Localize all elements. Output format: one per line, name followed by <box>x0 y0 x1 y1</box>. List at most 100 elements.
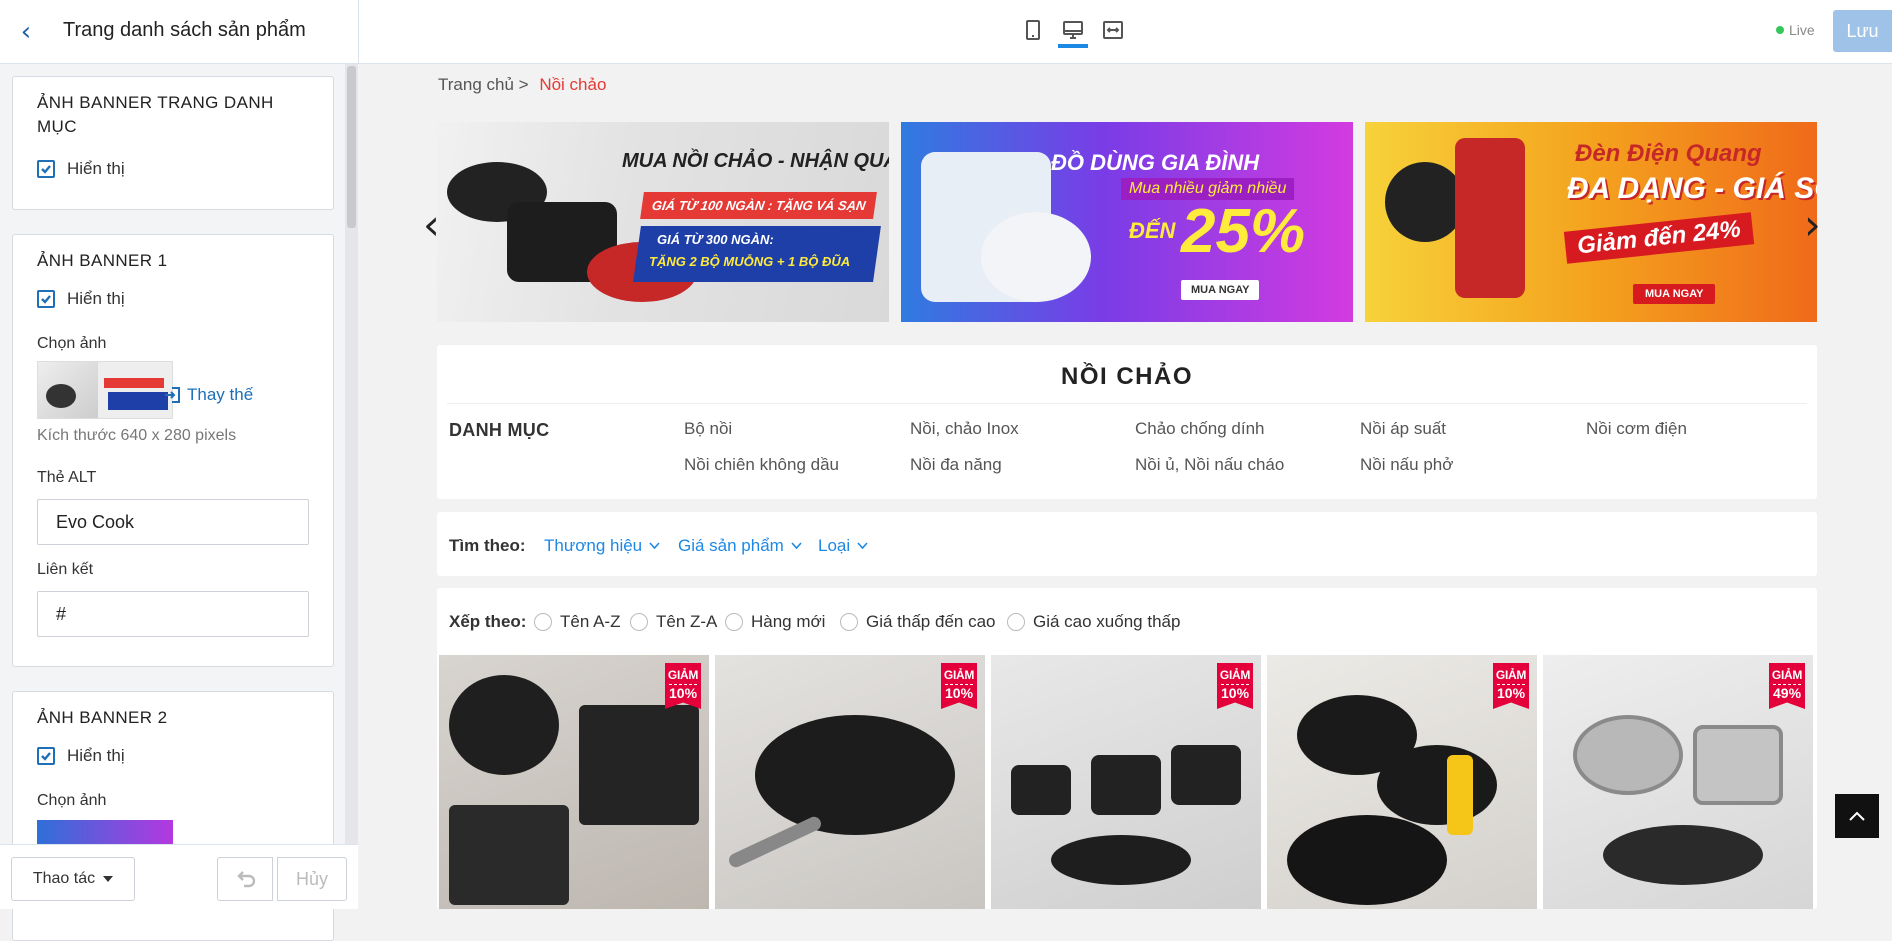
cancel-button[interactable]: Hủy <box>277 857 347 901</box>
checkbox-checked-icon[interactable] <box>37 290 55 308</box>
breadcrumb-home[interactable]: Trang chủ <box>438 75 514 94</box>
sidebar-footer: Thao tác Hủy <box>0 844 358 909</box>
banner-carousel: MUA NỒI CHẢO - NHẬN QUÀ NGON GIÁ TỪ 100 … <box>437 122 1819 322</box>
category-link[interactable]: Nồi đa năng <box>910 455 1002 475</box>
category-link[interactable]: Nồi áp suất <box>1360 419 1446 439</box>
undo-icon <box>237 871 256 888</box>
category-link[interactable]: Nồi chiên không dầu <box>684 455 839 475</box>
replace-image-button[interactable]: Thay thế <box>163 385 253 405</box>
product-card[interactable]: GIẢM 10% <box>439 655 709 909</box>
category-card: NỒI CHẢO DANH MỤC Bộ nồi Nồi, chảo Inox … <box>437 345 1817 499</box>
save-button[interactable]: Lưu <box>1833 10 1892 52</box>
banner-lights[interactable]: Đèn Điện Quang ĐA DẠNG - GIÁ SỐC Giảm đế… <box>1365 122 1817 322</box>
mobile-icon[interactable] <box>1018 14 1048 48</box>
product-card[interactable]: GIẢM 10% <box>991 655 1261 909</box>
show-checkbox[interactable]: Hiển thị <box>37 746 125 766</box>
checkbox-label: Hiển thị <box>67 159 125 178</box>
product-pot-shape <box>1091 755 1161 815</box>
product-pan-shape <box>1603 825 1763 885</box>
radio-icon[interactable] <box>725 613 743 631</box>
back-to-top-button[interactable] <box>1835 794 1879 838</box>
category-label: DANH MỤC <box>449 420 550 440</box>
panel-title: ẢNH BANNER TRANG DANH MỤC <box>37 93 274 136</box>
category-link[interactable]: Chảo chống dính <box>1135 419 1265 439</box>
banner-cta[interactable]: MUA NGAY <box>1633 284 1716 304</box>
discount-badge: GIẢM 10% <box>665 663 701 709</box>
radio-icon[interactable] <box>534 613 552 631</box>
product-pan-shape <box>755 715 955 835</box>
checkbox-checked-icon[interactable] <box>37 160 55 178</box>
discount-badge: GIẢM 10% <box>941 663 977 709</box>
chevron-down-icon <box>791 542 802 550</box>
panel-title: ẢNH BANNER 2 <box>37 708 168 727</box>
banner-promo-1: GIÁ TỪ 100 NGÀN : TẶNG VÁ SẠN <box>640 192 878 219</box>
filter-option-label: Giá sản phẩm <box>678 536 784 555</box>
radio-icon[interactable] <box>630 613 648 631</box>
badge-value: 10% <box>669 684 698 701</box>
filter-label: Tìm theo: <box>449 536 526 555</box>
carousel-next-arrow[interactable]: › <box>1804 200 1821 249</box>
banner-cookware[interactable]: MUA NỒI CHẢO - NHẬN QUÀ NGON GIÁ TỪ 100 … <box>437 122 889 322</box>
filter-brand-dropdown[interactable]: Thương hiệu <box>544 536 660 556</box>
checkbox-checked-icon[interactable] <box>37 747 55 765</box>
badge-label: GIẢM <box>667 668 699 682</box>
chevron-left-icon[interactable]: ‹ <box>12 18 40 46</box>
undo-button[interactable] <box>217 857 273 901</box>
badge-value: 10% <box>1221 684 1250 701</box>
banner-cta[interactable]: MUA NGAY <box>1181 280 1260 300</box>
radio-icon[interactable] <box>840 613 858 631</box>
sort-option-label: Giá thấp đến cao <box>866 612 996 631</box>
sort-option[interactable]: Giá thấp đến cao <box>840 612 995 632</box>
panel-title: ẢNH BANNER 1 <box>37 251 168 270</box>
product-card[interactable]: GIẢM 49% <box>1543 655 1813 909</box>
fullwidth-icon[interactable] <box>1098 14 1128 48</box>
choose-image-label: Chọn ảnh <box>37 335 107 352</box>
category-link[interactable]: Bộ nồi <box>684 419 732 439</box>
category-link[interactable]: Nồi cơm điện <box>1586 419 1687 439</box>
product-card[interactable]: GIẢM 10% <box>1267 655 1537 909</box>
panel-banner-1: ẢNH BANNER 1 Hiển thị Chọn ảnh Thay thế … <box>12 234 334 667</box>
badge-value: 49% <box>1773 684 1802 701</box>
alt-label: Thẻ ALT <box>37 469 97 486</box>
banner-prefix: ĐẾN <box>1129 218 1176 243</box>
category-link[interactable]: Nồi ủ, Nồi nấu cháo <box>1135 455 1284 475</box>
radio-icon[interactable] <box>1007 613 1025 631</box>
category-link[interactable]: Nồi, chảo Inox <box>910 419 1019 439</box>
replace-label: Thay thế <box>187 385 254 404</box>
sort-label: Xếp theo: <box>449 612 527 631</box>
top-bar: ‹ Trang danh sách sản phẩm Live Lưu <box>0 0 1892 64</box>
sort-option-label: Tên A-Z <box>560 612 621 631</box>
product-pan-shape <box>449 675 559 775</box>
link-input[interactable]: # <box>37 591 309 637</box>
alt-input[interactable]: Evo Cook <box>37 499 309 545</box>
discount-badge: GIẢM 49% <box>1769 663 1805 709</box>
filter-price-dropdown[interactable]: Giá sản phẩm <box>678 536 802 556</box>
filter-type-dropdown[interactable]: Loại <box>818 536 868 556</box>
discount-badge: GIẢM 10% <box>1217 663 1253 709</box>
product-card[interactable]: GIẢM 10% <box>715 655 985 909</box>
sort-option-label: Giá cao xuống thấp <box>1033 612 1181 631</box>
badge-value: 10% <box>1497 684 1526 701</box>
chevron-up-icon <box>1849 811 1865 821</box>
sort-option[interactable]: Giá cao xuống thấp <box>1007 612 1180 632</box>
show-checkbox[interactable]: Hiển thị <box>37 159 125 179</box>
page-title: Trang danh sách sản phẩm <box>63 19 306 41</box>
sort-option[interactable]: Hàng mới <box>725 612 825 632</box>
thumb-red-stripe <box>104 378 164 388</box>
banner-promo-3: TẶNG 2 BỘ MUỖNG + 1 BỘ ĐŨA <box>649 254 851 269</box>
desktop-icon[interactable] <box>1058 14 1088 48</box>
badge-label: GIẢM <box>1771 668 1803 682</box>
banner-1-thumbnail[interactable] <box>37 361 173 419</box>
sort-option[interactable]: Tên Z-A <box>630 612 717 632</box>
show-checkbox[interactable]: Hiển thị <box>37 289 125 309</box>
sidebar-scroll-thumb[interactable] <box>347 66 356 228</box>
plate-shape <box>981 212 1091 302</box>
carousel-prev-arrow[interactable]: ‹ <box>423 200 440 249</box>
banner-big: 25% <box>1181 197 1306 266</box>
banner-household[interactable]: ĐỒ DÙNG GIA ĐÌNH Mua nhiều giảm nhiều ĐẾ… <box>901 122 1353 322</box>
chevron-down-icon <box>857 542 868 550</box>
sort-option[interactable]: Tên A-Z <box>534 612 620 632</box>
category-link[interactable]: Nồi nấu phở <box>1360 455 1453 475</box>
actions-dropdown[interactable]: Thao tác <box>11 857 135 901</box>
size-hint: Kích thước 640 x 280 pixels <box>37 427 237 444</box>
